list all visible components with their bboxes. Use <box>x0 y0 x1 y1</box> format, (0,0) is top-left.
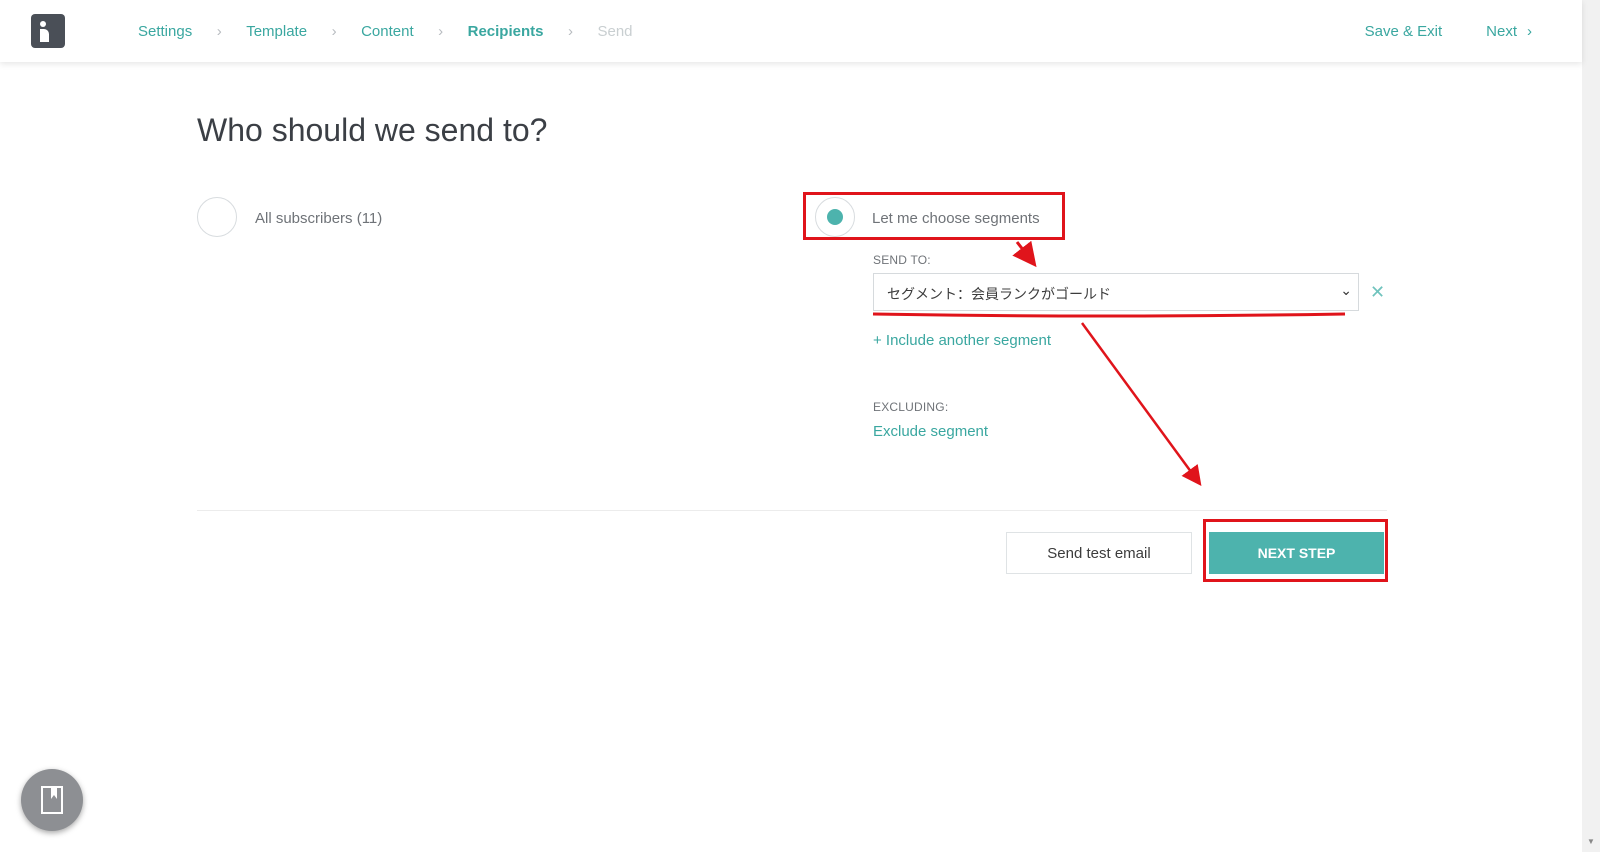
breadcrumb-send: Send <box>597 22 633 40</box>
all-subscribers-radio[interactable] <box>197 197 237 237</box>
breadcrumb-template[interactable]: Template <box>246 23 307 40</box>
logo-bar <box>40 29 49 42</box>
radio-selected-dot <box>827 209 843 225</box>
send-to-label: SEND TO: <box>873 253 931 267</box>
divider <box>197 510 1387 511</box>
annotation-arrow-next <box>1080 322 1202 487</box>
exclude-segment-link[interactable]: Exclude segment <box>873 423 988 440</box>
segment-select[interactable]: セグメント：会員ランクがゴールド ⌄ <box>873 273 1359 311</box>
chevron-right-icon: › <box>331 22 337 40</box>
chevron-right-icon: › <box>216 22 222 40</box>
top-navigation-bar: Settings › Template › Content › Recipien… <box>0 0 1582 62</box>
all-subscribers-label[interactable]: All subscribers (11) <box>255 210 382 227</box>
app-logo[interactable] <box>31 14 65 48</box>
chevron-down-icon: ⌄ <box>1340 282 1352 298</box>
top-actions: Save & Exit Next › <box>1365 0 1532 62</box>
segment-select-value: セグメント：会員ランクがゴールド <box>887 286 1111 302</box>
chevron-right-icon: › <box>438 22 444 40</box>
logo-dot <box>40 21 46 27</box>
bookmark-floating-button[interactable] <box>21 769 83 831</box>
breadcrumb-settings[interactable]: Settings <box>138 23 192 40</box>
choose-segments-label[interactable]: Let me choose segments <box>872 210 1040 227</box>
excluding-label: EXCLUDING: <box>873 400 949 414</box>
breadcrumb-content[interactable]: Content <box>361 23 414 40</box>
next-step-label: NEXT STEP <box>1257 545 1336 561</box>
next-step-button[interactable]: NEXT STEP <box>1209 532 1384 574</box>
annotation-underline <box>872 312 1346 318</box>
remove-segment-close-icon[interactable]: ✕ <box>1370 282 1385 303</box>
chevron-right-icon: › <box>567 22 573 40</box>
scroll-down-arrow-icon[interactable]: ▼ <box>1587 837 1595 846</box>
vertical-scrollbar[interactable]: ▼ <box>1582 0 1600 852</box>
breadcrumb: Settings › Template › Content › Recipien… <box>138 0 633 62</box>
next-label: Next <box>1486 22 1517 40</box>
include-another-segment-link[interactable]: + Include another segment <box>873 332 1051 349</box>
save-exit-link[interactable]: Save & Exit <box>1365 23 1443 40</box>
page-title: Who should we send to? <box>197 112 548 148</box>
chevron-right-icon: › <box>1527 22 1532 40</box>
send-test-email-button[interactable]: Send test email <box>1006 532 1192 574</box>
annotation-arrow-down <box>1012 240 1037 268</box>
send-test-email-label: Send test email <box>1047 544 1151 562</box>
next-link[interactable]: Next › <box>1486 23 1532 40</box>
breadcrumb-recipients[interactable]: Recipients <box>468 23 544 40</box>
bookmark-icon <box>41 786 63 814</box>
choose-segments-radio[interactable] <box>815 197 855 237</box>
